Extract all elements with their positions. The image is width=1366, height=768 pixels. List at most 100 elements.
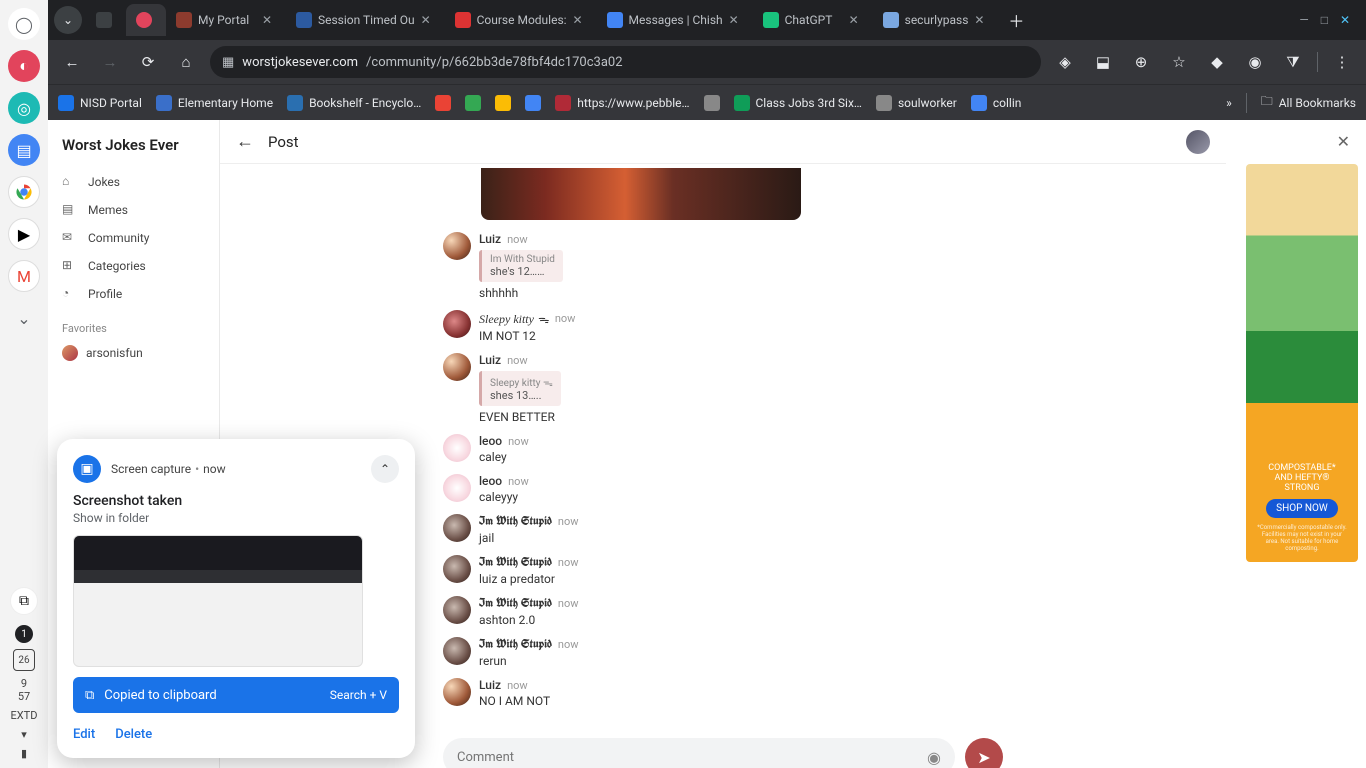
tab[interactable]	[86, 4, 126, 36]
avatar[interactable]	[443, 637, 471, 665]
comment-author[interactable]: Sleepy kitty ᯓ	[479, 310, 549, 327]
close-icon[interactable]: ✕	[573, 13, 587, 27]
install-icon[interactable]: ⬓	[1089, 48, 1117, 76]
avatar[interactable]	[443, 596, 471, 624]
bookmark-item[interactable]: https://www.pebble…	[555, 95, 689, 111]
bookmark-item[interactable]	[435, 95, 451, 111]
tab[interactable]: My Portal✕	[166, 4, 286, 36]
zoom-icon[interactable]: ⊕	[1127, 48, 1155, 76]
bookmark-item[interactable]: NISD Portal	[58, 95, 142, 111]
bookmark-item[interactable]	[465, 95, 481, 111]
close-icon[interactable]: ✕	[729, 13, 743, 27]
bookmark-item[interactable]: Elementary Home	[156, 95, 273, 111]
bookmark-item[interactable]: soulworker	[876, 95, 957, 111]
chrome-icon[interactable]	[8, 176, 40, 208]
avatar[interactable]	[443, 310, 471, 338]
camera-icon[interactable]: ◉	[927, 748, 941, 767]
avatar[interactable]	[443, 434, 471, 462]
expand-shelf-icon[interactable]: ⌄	[8, 302, 40, 334]
pinned-app-icon[interactable]: ⧉	[10, 587, 38, 615]
avatar[interactable]	[443, 353, 471, 381]
site-info-icon[interactable]: ▦	[222, 55, 234, 70]
tab[interactable]: ChatGPT✕	[753, 4, 873, 36]
address-bar[interactable]: ▦ worstjokesever.com/community/p/662bb3d…	[210, 46, 1041, 78]
status-tray[interactable]: 1 26 9 57 EXTD ▾ ▮	[11, 625, 38, 768]
avatar[interactable]	[443, 514, 471, 542]
comment-author[interactable]: Im With Stupid	[479, 637, 552, 652]
comment-author[interactable]: Im With Stupid	[479, 555, 552, 570]
tab[interactable]: Course Modules:✕	[445, 4, 597, 36]
nav-back-button[interactable]: ←	[58, 48, 86, 76]
favorite-user[interactable]: arsonisfun	[56, 341, 211, 365]
window-maximize-icon[interactable]: □	[1321, 13, 1328, 27]
close-icon[interactable]: ✕	[974, 13, 988, 27]
tab[interactable]: Messages | Chish✕	[597, 4, 753, 36]
app-icon[interactable]: ◎	[8, 92, 40, 124]
delete-button[interactable]: Delete	[115, 727, 152, 742]
avatar[interactable]	[443, 474, 471, 502]
edit-button[interactable]: Edit	[73, 727, 95, 742]
tab-active[interactable]	[126, 4, 166, 36]
bookmark-item[interactable]: collin	[971, 95, 1022, 111]
nav-reload-button[interactable]: ⟳	[134, 48, 162, 76]
comment-author[interactable]: Luiz	[479, 353, 501, 367]
comment-author[interactable]: Im With Stupid	[479, 514, 552, 529]
advertisement[interactable]: COMPOSTABLE* AND HEFTY® STRONG SHOP NOW …	[1246, 164, 1358, 562]
window-minimize-icon[interactable]: —	[1299, 13, 1308, 27]
clipboard-bar[interactable]: ⧉ Copied to clipboard Search + V	[73, 677, 399, 713]
close-icon[interactable]: ✕	[262, 13, 276, 27]
extension-icon[interactable]: ◆	[1203, 48, 1231, 76]
bookmarks-overflow[interactable]: »	[1226, 96, 1232, 110]
screenshot-thumbnail[interactable]	[73, 535, 363, 667]
bookmark-item[interactable]	[704, 95, 720, 111]
gmail-icon[interactable]: M	[8, 260, 40, 292]
bookmark-item[interactable]	[495, 95, 511, 111]
ad-cta-button[interactable]: SHOP NOW	[1266, 499, 1338, 518]
avatar[interactable]	[443, 555, 471, 583]
sidebar-item-profile[interactable]: ◔Profile	[56, 280, 211, 308]
window-close-icon[interactable]: ✕	[1340, 13, 1350, 27]
play-icon[interactable]: ▶	[8, 218, 40, 250]
send-button[interactable]: ➤	[965, 738, 1003, 768]
extension-icon[interactable]: ◈	[1051, 48, 1079, 76]
sidebar-item-jokes[interactable]: ⌂Jokes	[56, 168, 211, 196]
close-icon[interactable]: ✕	[421, 13, 435, 27]
avatar[interactable]	[443, 678, 471, 706]
sidebar-item-memes[interactable]: ▤Memes	[56, 196, 211, 224]
comment-author[interactable]: leoo	[479, 474, 502, 488]
nav-home-button[interactable]: ⌂	[172, 48, 200, 76]
extension-icon[interactable]: ◉	[1241, 48, 1269, 76]
bookmark-item[interactable]	[525, 95, 541, 111]
app-icon[interactable]: ▤	[8, 134, 40, 166]
clock-hours: 9	[21, 677, 27, 690]
comment-input[interactable]	[457, 750, 927, 765]
chevron-up-icon[interactable]: ⌃	[371, 455, 399, 483]
bookmark-item[interactable]: Class Jobs 3rd Six…	[734, 95, 862, 111]
bookmark-item[interactable]: Bookshelf - Encyclo…	[287, 95, 421, 111]
new-tab-button[interactable]: ＋	[1004, 8, 1028, 32]
comment-author[interactable]: leoo	[479, 434, 502, 448]
notification-subtitle-link[interactable]: Show in folder	[73, 511, 399, 525]
comment-author[interactable]: Im With Stupid	[479, 596, 552, 611]
all-bookmarks-button[interactable]: 🗀All Bookmarks	[1261, 92, 1356, 113]
sidebar-item-community[interactable]: ✉Community	[56, 224, 211, 252]
browser-menu-button[interactable]: ⋮	[1328, 48, 1356, 76]
bookmark-star-icon[interactable]: ☆	[1165, 48, 1193, 76]
comment-input-wrap[interactable]: ◉	[443, 738, 955, 768]
tab-search-button[interactable]: ⌄	[54, 6, 82, 34]
app-icon[interactable]: ◐	[8, 50, 40, 82]
comment-author[interactable]: Luiz	[479, 678, 501, 692]
extensions-menu-icon[interactable]: ⧩	[1279, 48, 1307, 76]
comment-author[interactable]: Luiz	[479, 232, 501, 246]
close-icon[interactable]: ✕	[1337, 132, 1350, 151]
launcher-icon[interactable]: ◯	[8, 8, 40, 40]
notification-badge[interactable]: 1	[15, 625, 33, 643]
user-avatar[interactable]	[1186, 130, 1210, 154]
tab[interactable]: securlypass✕	[873, 4, 999, 36]
tab[interactable]: Session Timed Ou✕	[286, 4, 445, 36]
close-icon[interactable]: ✕	[849, 13, 863, 27]
sidebar-item-categories[interactable]: ⊞Categories	[56, 252, 211, 280]
back-arrow-icon[interactable]: ←	[236, 131, 254, 152]
post-image[interactable]	[481, 168, 801, 220]
avatar[interactable]	[443, 232, 471, 260]
